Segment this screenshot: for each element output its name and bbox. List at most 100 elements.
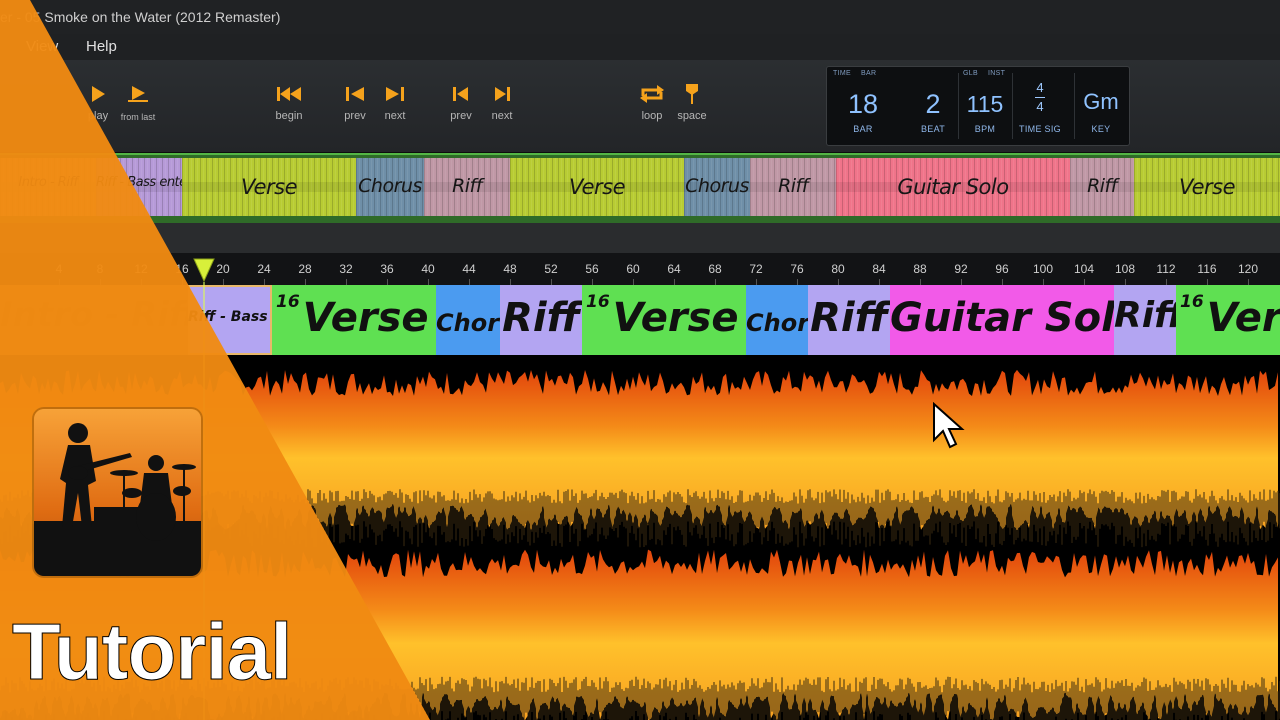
overview-section-label: Riff [778,175,808,197]
ruler-tick-label: 120 [1237,262,1259,276]
ruler-tick-label: 116 [1197,262,1217,276]
ruler-tick-label: 68 [708,262,722,276]
overview-section[interactable]: Verse [182,158,357,216]
overview-section-label: Verse [1178,175,1236,199]
key-value: Gm [1083,89,1119,114]
section-marker[interactable]: Chorus [436,285,501,355]
position-counter-display: TIME BAR GLB INST 18 BAR 2 BEAT 115 BPM … [826,66,1130,146]
overview-section[interactable]: Verse [1134,158,1280,216]
window-title: er - 05 Smoke on the Water (2012 Remaste… [0,9,281,25]
section-marker[interactable]: Guitar Solo [890,285,1115,355]
section-marker-label: Riff - Bass enters [188,309,272,325]
section-marker-text: Verse [1206,295,1280,341]
overview-section[interactable]: Chorus [356,158,425,216]
ruler-tick-label: 52 [544,262,558,276]
next-section-label: next [491,110,513,122]
beat-cell[interactable]: 2 BEAT [903,67,963,145]
time-sig-numerator: 4 [1036,80,1044,95]
ruler-tick-label: 20 [216,262,230,276]
bar-ruler[interactable]: 4 8 12 16 20 24 28 32 36 40 44 48 52 56 60 64 68 72 76 80 84… [0,253,1280,285]
section-marker-label: Chorus [436,309,500,337]
overview-section[interactable]: Riff [424,158,511,216]
title-bar: er - 05 Smoke on the Water (2012 Remaste… [0,0,1280,35]
overview-section-label: Riff [1087,175,1117,197]
ruler-tick-label: 48 [503,262,517,276]
overview-section[interactable]: Guitar Solo [836,158,1071,216]
ruler-tick-label: 60 [626,262,640,276]
overview-section[interactable]: Riff [1070,158,1135,216]
section-marker[interactable]: Riff - Bass enters [188,285,273,355]
overview-section[interactable]: Chorus [684,158,751,216]
begin-button[interactable]: begin [259,82,319,122]
section-bar-count: 16 [1180,292,1204,312]
beat-value: 2 [925,89,941,119]
ruler-tick-label: 108 [1114,262,1136,276]
time-sig-denominator: 4 [1036,99,1044,114]
ruler-tick-label: 84 [872,262,886,276]
playhead-marker[interactable] [193,258,215,282]
next-bar-button[interactable]: next [365,82,425,122]
section-marker-label: Chorus [746,309,808,337]
overview-section[interactable]: Intro - Riff [0,158,97,216]
overview-section[interactable]: Riff [750,158,837,216]
band-silhouette-icon [34,423,201,576]
ruler-tick-label: 64 [667,262,681,276]
overview-section-label: Chorus [685,175,749,197]
bar-cell[interactable]: 18 BAR [831,67,895,145]
time-sig-value: 4 4 [1013,79,1067,116]
overview-section-label: Guitar Solo [897,175,1009,199]
ruler-tick-label: 104 [1073,262,1095,276]
section-marker[interactable]: 16Verse [582,285,747,355]
next-section-button[interactable]: next [472,82,532,122]
section-markers-track[interactable]: Intro - RiffRiff - Bass enters16VerseCho… [0,285,1280,355]
ruler-tick-label: 4 [55,262,63,276]
section-marker[interactable]: Riff [808,285,891,355]
ruler-tick-label: 44 [462,262,476,276]
song-overview-strip[interactable]: Intro - Riff Riff - Bass enters Verse Choru… [0,153,1280,225]
bar-label: BAR [853,124,873,134]
space-button[interactable]: space [662,82,722,122]
tutorial-caption: Tutorial [11,607,292,697]
ruler-tick-label: 88 [913,262,927,276]
rewind-to-begin-icon [277,87,301,101]
bpm-cell[interactable]: 115 BPM [959,67,1011,145]
section-marker[interactable]: Chorus [746,285,809,355]
overview-section[interactable]: Verse [510,158,685,216]
menu-view[interactable]: View [26,38,58,55]
overview-section-label: Intro - Riff [18,175,78,190]
section-marker-text: Chorus [746,309,809,337]
ruler-tick-label: 56 [585,262,599,276]
beat-label: BEAT [920,124,946,134]
key-label: KEY [1091,124,1111,134]
play-from-last-button[interactable]: from last [108,82,168,122]
section-marker[interactable]: 16Verse [1176,285,1280,355]
next-section-icon [495,87,510,101]
menu-help[interactable]: Help [86,38,117,55]
key-cell[interactable]: Gm KEY [1075,67,1127,145]
space-label: space [677,110,707,122]
section-marker-label: Riff [1114,295,1176,336]
prev-section-icon [453,87,468,101]
ruler-tick-label: 76 [790,262,804,276]
section-marker-text: Verse [302,295,429,341]
section-bar-count: 16 [586,292,610,312]
section-marker-label: 16Verse [1176,292,1280,341]
section-marker-text: Riff [502,295,580,341]
next-bar-label: next [384,110,406,122]
ruler-tick-label: 96 [995,262,1009,276]
section-marker-label: Guitar Solo [890,295,1114,341]
section-marker[interactable]: Riff [1114,285,1177,355]
section-marker[interactable]: 16Verse [272,285,437,355]
begin-label: begin [275,110,303,122]
section-marker[interactable]: Riff [500,285,583,355]
section-bar-count: 16 [276,292,300,312]
skip-back-icon [346,87,364,101]
ruler-tick-label: 24 [257,262,271,276]
app-logo-band-icon [34,409,201,576]
overview-section[interactable]: Riff - Bass enters [96,158,183,216]
ruler-tick-label: 92 [954,262,968,276]
ruler-tick-label: 40 [421,262,435,276]
section-marker-text: Riff - Bass enters [188,309,272,325]
bpm-value: 115 [966,91,1004,117]
time-sig-cell[interactable]: 4 4 TIME SIG [1013,67,1067,145]
